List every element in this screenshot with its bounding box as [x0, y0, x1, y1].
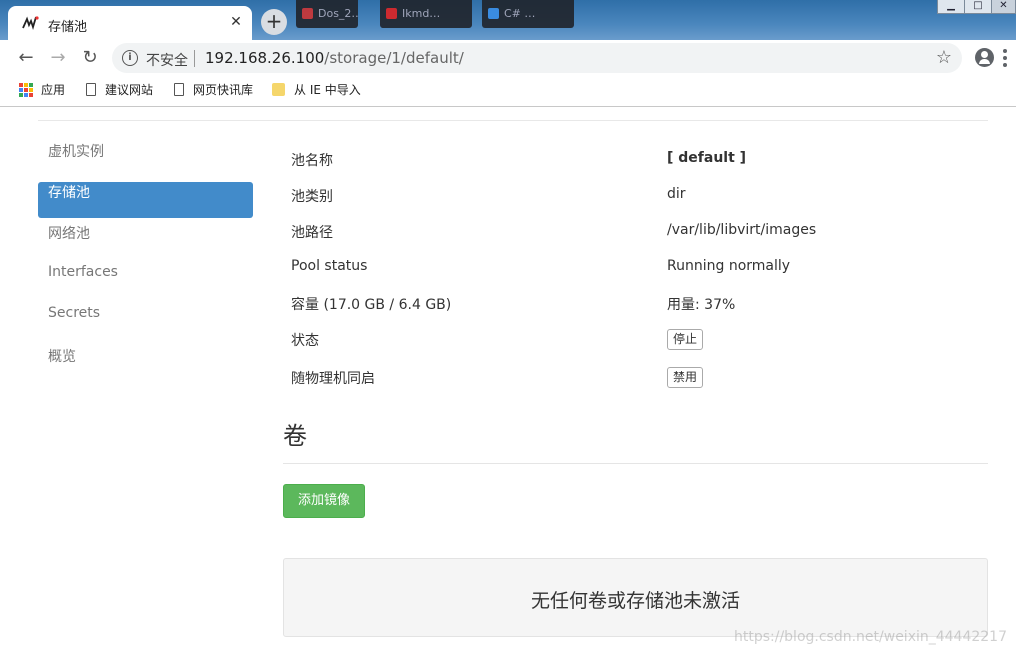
header-divider: [38, 120, 988, 121]
property-row-capacity: 容量 (17.0 GB / 6.4 GB) 用量: 37%: [283, 285, 988, 321]
reload-icon[interactable]: ↻: [80, 48, 100, 68]
background-tab[interactable]: Dos_2…: [296, 0, 358, 28]
address-url[interactable]: 192.168.26.100/storage/1/default/: [205, 49, 464, 67]
sidebar-nav: 虚机实例 存储池 网络池 Interfaces Secrets 概览: [38, 141, 253, 387]
sidebar-item-secrets[interactable]: Secrets: [38, 305, 253, 341]
browser-toolbar: ← → ↻ i 不安全 192.168.26.100/storage/1/def…: [0, 40, 1016, 76]
menu-icon[interactable]: [1003, 49, 1007, 67]
disable-autostart-button[interactable]: 禁用: [667, 367, 704, 388]
pool-path-value: /var/lib/libvirt/images: [667, 222, 817, 238]
volumes-divider: [283, 463, 988, 464]
property-label: Pool status: [291, 258, 368, 274]
active-tab[interactable]: 存储池 ✕: [8, 6, 252, 40]
background-tab-title: C# …: [504, 7, 536, 20]
minimize-button[interactable]: ▁: [937, 0, 965, 14]
volumes-heading: 卷: [283, 422, 307, 450]
security-indicator[interactable]: 不安全: [146, 50, 188, 70]
new-tab-button[interactable]: +: [261, 9, 287, 35]
property-row-state: 状态 停止: [283, 321, 988, 359]
address-bar[interactable]: i 不安全 192.168.26.100/storage/1/default/ …: [112, 43, 962, 73]
account-icon[interactable]: [975, 48, 994, 67]
sidebar-item-interfaces[interactable]: Interfaces: [38, 264, 253, 300]
property-label: 池类别: [291, 189, 333, 205]
sidebar-item-instances[interactable]: 虚机实例: [38, 141, 253, 177]
sidebar-item-networks[interactable]: 网络池: [38, 223, 253, 259]
maximize-button[interactable]: □: [964, 0, 992, 14]
address-divider: [194, 50, 195, 67]
forward-arrow-icon[interactable]: →: [48, 48, 68, 68]
stop-pool-button[interactable]: 停止: [667, 329, 704, 350]
pool-properties: 池名称 [ default ] 池类别 dir 池路径 /var/lib/lib…: [283, 141, 988, 397]
empty-volumes-panel: 无任何卷或存储池未激活: [283, 558, 988, 637]
pool-type-value: dir: [667, 186, 686, 202]
property-row-path: 池路径 /var/lib/libvirt/images: [283, 213, 988, 249]
background-tab-title: Dos_2…: [318, 7, 358, 20]
background-tab[interactable]: Ikmd…: [380, 0, 472, 28]
bookmark-suggested-sites[interactable]: 建议网站: [86, 82, 153, 100]
bookmark-apps[interactable]: 应用: [41, 82, 65, 100]
background-tab[interactable]: C# …: [482, 0, 574, 28]
page-icon: [86, 83, 96, 96]
bookmark-web-slice-gallery[interactable]: 网页快讯库: [174, 82, 253, 100]
url-path: /storage/1/default/: [324, 49, 464, 67]
bookmark-import-from-ie[interactable]: 从 IE 中导入: [272, 82, 361, 100]
pool-name-value: [ default ]: [667, 150, 747, 166]
add-image-button[interactable]: 添加镜像: [283, 484, 365, 518]
tab-favicon-icon: [22, 16, 39, 30]
property-label: 容量 (17.0 GB / 6.4 GB): [291, 297, 452, 313]
browser-tab-strip: Dos_2… Ikmd… C# … 存储池 ✕ + ▁ □ ✕: [0, 0, 1016, 40]
empty-volumes-message: 无任何卷或存储池未激活: [530, 590, 740, 612]
bookmark-label: 建议网站: [105, 83, 154, 97]
folder-icon: [272, 83, 285, 96]
url-host: 192.168.26.100: [205, 49, 325, 67]
bookmarks-bar: 应用 建议网站 网页快讯库 从 IE 中导入: [0, 76, 1016, 107]
property-label: 池路径: [291, 225, 333, 241]
close-window-button[interactable]: ✕: [991, 0, 1016, 14]
property-row-autostart: 随物理机同启 禁用: [283, 359, 988, 397]
pool-status-value: Running normally: [667, 258, 791, 274]
tab-title: 存储池: [48, 20, 88, 35]
bookmark-label: 从 IE 中导入: [294, 83, 361, 97]
sidebar-item-overview[interactable]: 概览: [38, 346, 253, 382]
bookmark-label: 网页快讯库: [193, 83, 254, 97]
property-row-type: 池类别 dir: [283, 177, 988, 213]
background-tab-title: Ikmd…: [402, 7, 441, 20]
property-row-status: Pool status Running normally: [283, 249, 988, 285]
sidebar-item-storage-pools[interactable]: 存储池: [38, 182, 253, 218]
apps-grid-icon[interactable]: [19, 83, 33, 97]
property-label: 随物理机同启: [291, 371, 375, 387]
property-row-name: 池名称 [ default ]: [283, 141, 988, 177]
page-icon: [174, 83, 184, 96]
info-icon[interactable]: i: [122, 50, 138, 66]
property-label: 池名称: [291, 153, 333, 169]
property-label: 状态: [291, 333, 319, 349]
tab-close-icon[interactable]: ✕: [228, 14, 244, 30]
back-arrow-icon[interactable]: ←: [16, 48, 36, 68]
page-content: 虚机实例 存储池 网络池 Interfaces Secrets 概览 池名称 […: [0, 108, 1016, 655]
star-icon[interactable]: ☆: [936, 47, 952, 68]
watermark: https://blog.csdn.net/weixin_44442217: [733, 629, 1007, 645]
pool-usage-value: 用量: 37%: [667, 297, 736, 313]
